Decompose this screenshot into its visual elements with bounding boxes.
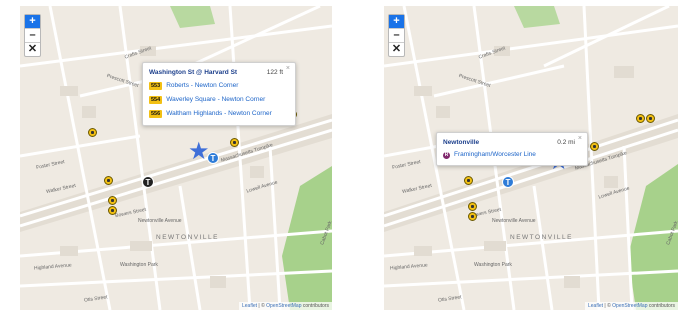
stop-popup: × Washington St @ Harvard St 122 ft 553 … [142, 62, 296, 126]
station-marker-icon[interactable]: T [502, 176, 514, 188]
route-row[interactable]: 554 Waverley Square - Newton Corner [149, 96, 289, 104]
zoom-out-button[interactable]: – [389, 29, 404, 43]
bus-stop-icon[interactable] [464, 176, 473, 185]
bus-stop-icon[interactable] [104, 176, 113, 185]
bus-stop-icon[interactable] [108, 206, 117, 215]
route-link[interactable]: Waverley Square - Newton Corner [166, 96, 265, 104]
stop-distance: 122 ft [266, 69, 283, 76]
map-left[interactable]: Crafts Street Prescott Street Foster Str… [20, 6, 332, 310]
rail-line-row[interactable]: R Framingham/Worcester Line [443, 151, 581, 159]
route-badge: 556 [149, 110, 163, 118]
close-icon[interactable]: × [578, 135, 582, 142]
subway-station-icon[interactable]: T [142, 176, 154, 188]
street-label: Newtonville Avenue [492, 218, 536, 224]
reset-view-button[interactable]: ✕ [25, 43, 40, 56]
station-distance: 0.2 mi [557, 139, 575, 146]
street-label: Newtonville Avenue [138, 218, 182, 224]
station-popup: × Newtonville 0.2 mi R Framingham/Worces… [436, 132, 588, 166]
zoom-in-button[interactable]: + [389, 15, 404, 29]
route-badge: 554 [149, 96, 163, 104]
zoom-out-button[interactable]: – [25, 29, 40, 43]
reset-view-button[interactable]: ✕ [389, 43, 404, 56]
bus-stop-icon[interactable] [468, 212, 477, 221]
zoom-control: + – ✕ [24, 14, 41, 57]
map-right[interactable]: Crafts Street Prescott Street Foster Str… [384, 6, 678, 310]
zoom-in-button[interactable]: + [25, 15, 40, 29]
commuter-rail-icon: R [443, 151, 450, 159]
station-name: Newtonville [443, 139, 480, 146]
route-link[interactable]: Roberts - Newton Corner [166, 82, 238, 90]
bus-stop-icon[interactable] [88, 128, 97, 137]
map-attribution: Leaflet | © OpenStreetMap contributors [585, 302, 678, 310]
route-badge: 553 [149, 82, 163, 90]
route-row[interactable]: 553 Roberts - Newton Corner [149, 82, 289, 90]
bus-stop-icon[interactable] [646, 114, 655, 123]
osm-link[interactable]: OpenStreetMap [612, 303, 647, 309]
user-location-star-icon: ★ [188, 138, 210, 165]
street-label: Washington Park [120, 262, 158, 268]
rail-line-link[interactable]: Framingham/Worcester Line [454, 151, 536, 159]
street-label: Washington Park [474, 262, 512, 268]
osm-link[interactable]: OpenStreetMap [266, 303, 301, 309]
route-row[interactable]: 556 Waltham Highlands - Newton Corner [149, 110, 289, 118]
neighborhood-label: NEWTONVILLE [156, 234, 219, 241]
bus-stop-icon[interactable] [108, 196, 117, 205]
leaflet-link[interactable]: Leaflet [242, 303, 257, 309]
bus-stop-icon[interactable] [230, 138, 239, 147]
leaflet-link[interactable]: Leaflet [588, 303, 603, 309]
bus-stop-icon[interactable] [590, 142, 599, 151]
zoom-control: + – ✕ [388, 14, 405, 57]
neighborhood-label: NEWTONVILLE [510, 234, 573, 241]
close-icon[interactable]: × [286, 65, 290, 72]
map-attribution: Leaflet | © OpenStreetMap contributors [239, 302, 332, 310]
stop-name: Washington St @ Harvard St [149, 69, 238, 76]
route-link[interactable]: Waltham Highlands - Newton Corner [166, 110, 272, 118]
bus-stop-icon[interactable] [468, 202, 477, 211]
bus-stop-icon[interactable] [636, 114, 645, 123]
